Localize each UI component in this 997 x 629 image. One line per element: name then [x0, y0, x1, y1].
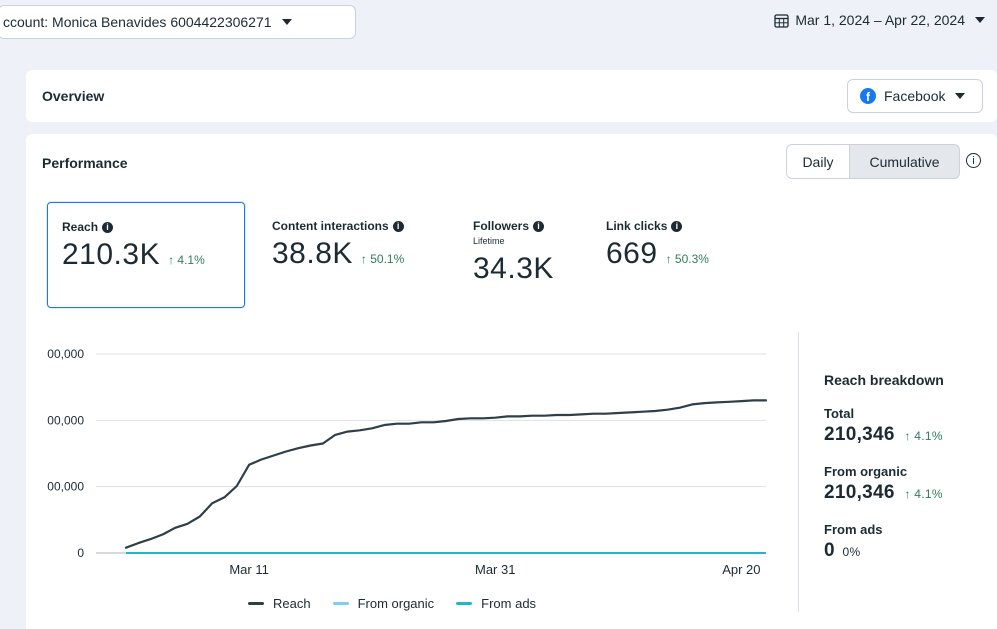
- y-tick-label: 00,000: [47, 347, 84, 361]
- overview-card: Overview f Facebook: [26, 70, 997, 122]
- series-line-reach: [124, 399, 768, 549]
- breakdown-title: Reach breakdown: [824, 372, 944, 388]
- legend-item-reach[interactable]: Reach: [248, 596, 311, 611]
- breakdown-ads-label: From ads: [824, 522, 883, 537]
- breakdown-total-change: ↑ 4.1%: [904, 429, 943, 443]
- overview-title: Overview: [42, 88, 105, 104]
- metric-sublabel: Lifetime: [473, 236, 505, 246]
- date-range-label: Mar 1, 2024 – Apr 22, 2024: [795, 12, 965, 28]
- breakdown-ads-pct: 0%: [842, 545, 861, 559]
- legend-item-from-organic[interactable]: From organic: [332, 596, 435, 611]
- legend-swatch: [456, 602, 473, 605]
- x-tick-label: Apr 20: [722, 562, 760, 577]
- breakdown-total-row: 210,346 ↑ 4.1%: [824, 424, 944, 446]
- top-bar: ccount: Monica Benavides 6004422306271 M…: [0, 0, 997, 58]
- info-icon[interactable]: i: [533, 220, 545, 232]
- metric-label-row: Content interactions i: [272, 219, 404, 233]
- performance-title: Performance: [42, 155, 128, 171]
- chevron-down-icon: [955, 93, 966, 99]
- metric-reach[interactable]: Reach i 210.3K ↑ 4.1%: [47, 202, 245, 308]
- x-tick-label: Mar 31: [475, 562, 515, 577]
- chevron-down-icon: [975, 17, 985, 23]
- info-icon[interactable]: i: [102, 221, 114, 233]
- date-range-picker[interactable]: Mar 1, 2024 – Apr 22, 2024: [774, 12, 985, 28]
- metric-label: Link clicks: [606, 219, 668, 233]
- metric-label: Reach: [62, 220, 99, 234]
- metric-content-interactions[interactable]: Content interactions i 38.8K ↑ 50.1%: [272, 219, 404, 271]
- metric-value: 210.3K: [62, 238, 161, 271]
- metric-followers[interactable]: Followers i Lifetime 34.3K: [473, 219, 554, 286]
- metric-change: ↑ 4.1%: [168, 253, 205, 267]
- reach-breakdown: Reach breakdown Total 210,346 ↑ 4.1% Fro…: [824, 372, 944, 562]
- metric-value: 669: [606, 237, 658, 270]
- performance-card: Performance Daily Cumulative i Reach i 2…: [26, 134, 997, 629]
- reach-line-chart: 00,000 00,000 00,000 0 Mar 11 Mar 31 Apr 20: [47, 347, 768, 577]
- metric-link-clicks[interactable]: Link clicks i 669 ↑ 50.3%: [606, 219, 709, 271]
- y-tick-label: 00,000: [47, 413, 84, 427]
- breakdown-total-label: Total: [824, 406, 855, 421]
- cumulative-button[interactable]: Cumulative: [850, 144, 960, 179]
- daily-button[interactable]: Daily: [786, 144, 850, 179]
- metric-label: Content interactions: [272, 219, 389, 233]
- account-label: ccount: Monica Benavides 6004422306271: [3, 14, 272, 30]
- chevron-down-icon: [281, 19, 292, 25]
- account-selector[interactable]: ccount: Monica Benavides 6004422306271: [0, 5, 356, 39]
- breakdown-ads-value: 0: [824, 540, 835, 561]
- chart-legend: Reach From organic From ads: [248, 596, 558, 611]
- breakdown-total-value: 210,346: [824, 424, 895, 445]
- metric-label-row: Link clicks i: [606, 219, 709, 233]
- facebook-icon: f: [860, 88, 876, 104]
- metric-value: 34.3K: [473, 252, 554, 285]
- breakdown-organic-label: From organic: [824, 464, 908, 479]
- metric-change: ↑ 50.1%: [360, 252, 405, 266]
- breakdown-organic-value: 210,346: [824, 482, 895, 503]
- legend-swatch: [332, 602, 349, 605]
- calendar-icon: [774, 13, 789, 28]
- platform-label: Facebook: [884, 88, 946, 104]
- breakdown-organic-row: 210,346 ↑ 4.1%: [824, 482, 944, 504]
- metric-label: Followers: [473, 219, 530, 233]
- legend-label: Reach: [273, 596, 311, 611]
- legend-swatch: [248, 602, 264, 605]
- legend-item-from-ads[interactable]: From ads: [456, 596, 536, 611]
- chart-divider: [798, 332, 799, 612]
- metric-label-row: Reach i: [62, 220, 205, 234]
- legend-label: From organic: [357, 596, 435, 611]
- metric-value: 38.8K: [272, 237, 353, 270]
- legend-label: From ads: [481, 596, 537, 611]
- metric-change: ↑ 50.3%: [665, 252, 709, 266]
- info-icon[interactable]: i: [966, 153, 981, 168]
- info-icon[interactable]: i: [671, 220, 683, 232]
- info-icon[interactable]: i: [392, 220, 404, 232]
- y-tick-label: 00,000: [47, 480, 84, 494]
- platform-selector[interactable]: f Facebook: [847, 79, 983, 113]
- view-toggle: Daily Cumulative: [786, 144, 960, 179]
- breakdown-organic-change: ↑ 4.1%: [904, 487, 943, 501]
- metric-label-row: Followers i: [473, 219, 554, 233]
- breakdown-ads-row: 0 0%: [824, 540, 944, 562]
- x-tick-label: Mar 11: [229, 562, 269, 577]
- y-tick-label: 0: [77, 546, 84, 560]
